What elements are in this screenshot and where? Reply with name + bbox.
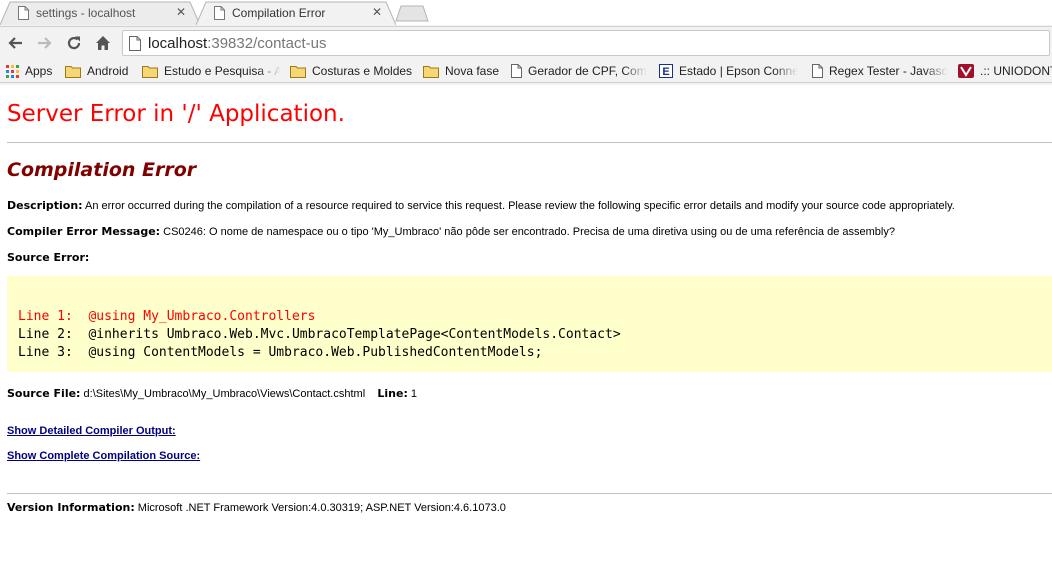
page-icon <box>214 6 225 20</box>
svg-text:E: E <box>662 66 669 78</box>
bookmark-label: Android <box>87 64 129 78</box>
close-icon[interactable]: ✕ <box>372 5 382 19</box>
version-info-row: Version Information: Microsoft .NET Fram… <box>7 501 506 514</box>
source-error-row: Source Error: <box>7 251 89 264</box>
bookmark-gerador-de-cpf[interactable]: Gerador de CPF, Com <box>511 62 647 80</box>
bookmark-label: Apps <box>25 64 53 78</box>
show-detailed-compiler-output-link[interactable]: Show Detailed Compiler Output: <box>7 425 176 437</box>
page-icon <box>18 6 29 20</box>
source-error-label: Source Error: <box>7 251 90 264</box>
bookmark-label: Costuras e Moldes <box>312 64 413 78</box>
code-line-prefix: Line 2: <box>18 327 89 342</box>
close-icon[interactable]: ✕ <box>176 5 186 19</box>
url-path: :39832/contact-us <box>207 35 327 52</box>
show-complete-compilation-source-link[interactable]: Show Complete Compilation Source: <box>7 450 200 462</box>
description-row: Description: An error occurred during th… <box>7 199 955 212</box>
divider <box>7 142 1052 143</box>
arrow-right-icon <box>38 37 52 49</box>
back-button[interactable] <box>5 33 25 53</box>
source-file-row: Source File: d:\Sites\My_Umbraco\My_Umbr… <box>7 387 417 400</box>
source-code-box: Line 1: @using My_Umbraco.Controllers Li… <box>7 276 1052 372</box>
bookmark-label: Nova fase <box>445 64 500 78</box>
description-text: An error occurred during the compilation… <box>82 200 955 212</box>
home-button[interactable] <box>93 33 113 53</box>
divider <box>7 493 1052 494</box>
code-line-text: @inherits Umbraco.Web.Mvc.UmbracoTemplat… <box>88 327 621 342</box>
bookmark-costuras-e-moldes[interactable]: Costuras e Moldes <box>290 62 415 80</box>
code-line-prefix: Line 3: <box>18 345 89 360</box>
line-number: 1 <box>407 388 418 400</box>
page-title: Server Error in '/' Application. <box>7 101 345 127</box>
bookmark-nova-fase[interactable]: Nova fase <box>423 62 501 80</box>
page-icon <box>812 64 823 78</box>
folder-icon <box>142 65 158 78</box>
bookmark-estudo-e-pesquisa[interactable]: Estudo e Pesquisa - A <box>142 62 281 80</box>
code-line-text: @using ContentModels = Umbraco.Web.Publi… <box>88 345 543 360</box>
reload-button[interactable] <box>64 33 84 53</box>
compiler-message-row: Compiler Error Message: CS0246: O nome d… <box>7 225 895 238</box>
version-text: Microsoft .NET Framework Version:4.0.303… <box>134 502 506 514</box>
new-tab-button[interactable] <box>395 5 429 22</box>
description-label: Description: <box>7 199 83 212</box>
arrow-left-icon <box>8 37 22 49</box>
source-file-label: Source File: <box>7 387 81 400</box>
address-bar[interactable]: localhost:39832/contact-us <box>122 30 1050 56</box>
bookmark-android[interactable]: Android <box>65 62 133 80</box>
page-icon <box>511 64 522 78</box>
source-code: Line 1: @using My_Umbraco.Controllers Li… <box>18 308 621 362</box>
forward-button[interactable] <box>35 33 55 53</box>
tab-title: settings - localhost <box>36 6 136 20</box>
bookmark-label: .:: UNIODONT <box>980 64 1052 78</box>
tab-strip: settings - localhost ✕ Compilation Error… <box>0 0 1052 25</box>
bookmark-label: Regex Tester - Javascr <box>829 64 948 78</box>
line-label: Line: <box>377 387 408 400</box>
tab-settings[interactable]: settings - localhost ✕ <box>0 1 200 25</box>
code-line-1: Line 1: @using My_Umbraco.Controllers <box>18 309 315 324</box>
bookmark-regex-tester[interactable]: Regex Tester - Javascr <box>812 62 948 80</box>
compiler-message-label: Compiler Error Message: <box>7 225 161 238</box>
browser-chrome: settings - localhost ✕ Compilation Error… <box>0 0 1052 85</box>
tab-compilation-error[interactable]: Compilation Error ✕ <box>196 1 396 25</box>
bookmark-epson-connect[interactable]: E Estado | Epson Conne <box>659 62 798 80</box>
code-line-text: @using My_Umbraco.Controllers <box>88 309 316 324</box>
error-page: Server Error in '/' Application. Compila… <box>0 85 1052 564</box>
bookmark-label: Estudo e Pesquisa - A <box>164 64 281 78</box>
version-label: Version Information: <box>7 501 135 514</box>
bookmark-label: Estado | Epson Conne <box>679 64 798 78</box>
source-file-path: d:\Sites\My_Umbraco\My_Umbraco\Views\Con… <box>80 388 366 400</box>
folder-icon <box>65 65 81 78</box>
epson-e-icon: E <box>659 64 673 78</box>
error-subtitle: Compilation Error <box>7 159 197 181</box>
code-line-3: Line 3: @using ContentModels = Umbraco.W… <box>18 345 542 360</box>
code-line-2: Line 2: @inherits Umbraco.Web.Mvc.Umbrac… <box>18 327 621 342</box>
compiler-message-text: CS0246: O nome de namespace ou o tipo 'M… <box>160 226 895 238</box>
folder-icon <box>423 65 439 78</box>
folder-icon <box>290 65 306 78</box>
bookmark-label: Gerador de CPF, Com <box>528 64 647 78</box>
page-icon <box>129 36 141 51</box>
url-text: localhost:39832/contact-us <box>148 35 326 52</box>
home-icon <box>96 36 110 50</box>
uniodonto-icon <box>958 64 974 78</box>
bookmark-uniodonto[interactable]: .:: UNIODONT <box>958 62 1052 80</box>
bookmarks-bar: Apps Android Estudo e Pesquisa - A Costu… <box>0 59 1052 83</box>
apps-grid-icon <box>6 64 19 78</box>
bookmark-apps[interactable]: Apps <box>6 62 56 80</box>
code-line-prefix: Line 1: <box>18 309 89 324</box>
toolbar: localhost:39832/contact-us <box>0 26 1052 59</box>
reload-icon <box>67 36 81 50</box>
tab-title: Compilation Error <box>232 6 326 20</box>
url-host: localhost <box>148 35 208 52</box>
